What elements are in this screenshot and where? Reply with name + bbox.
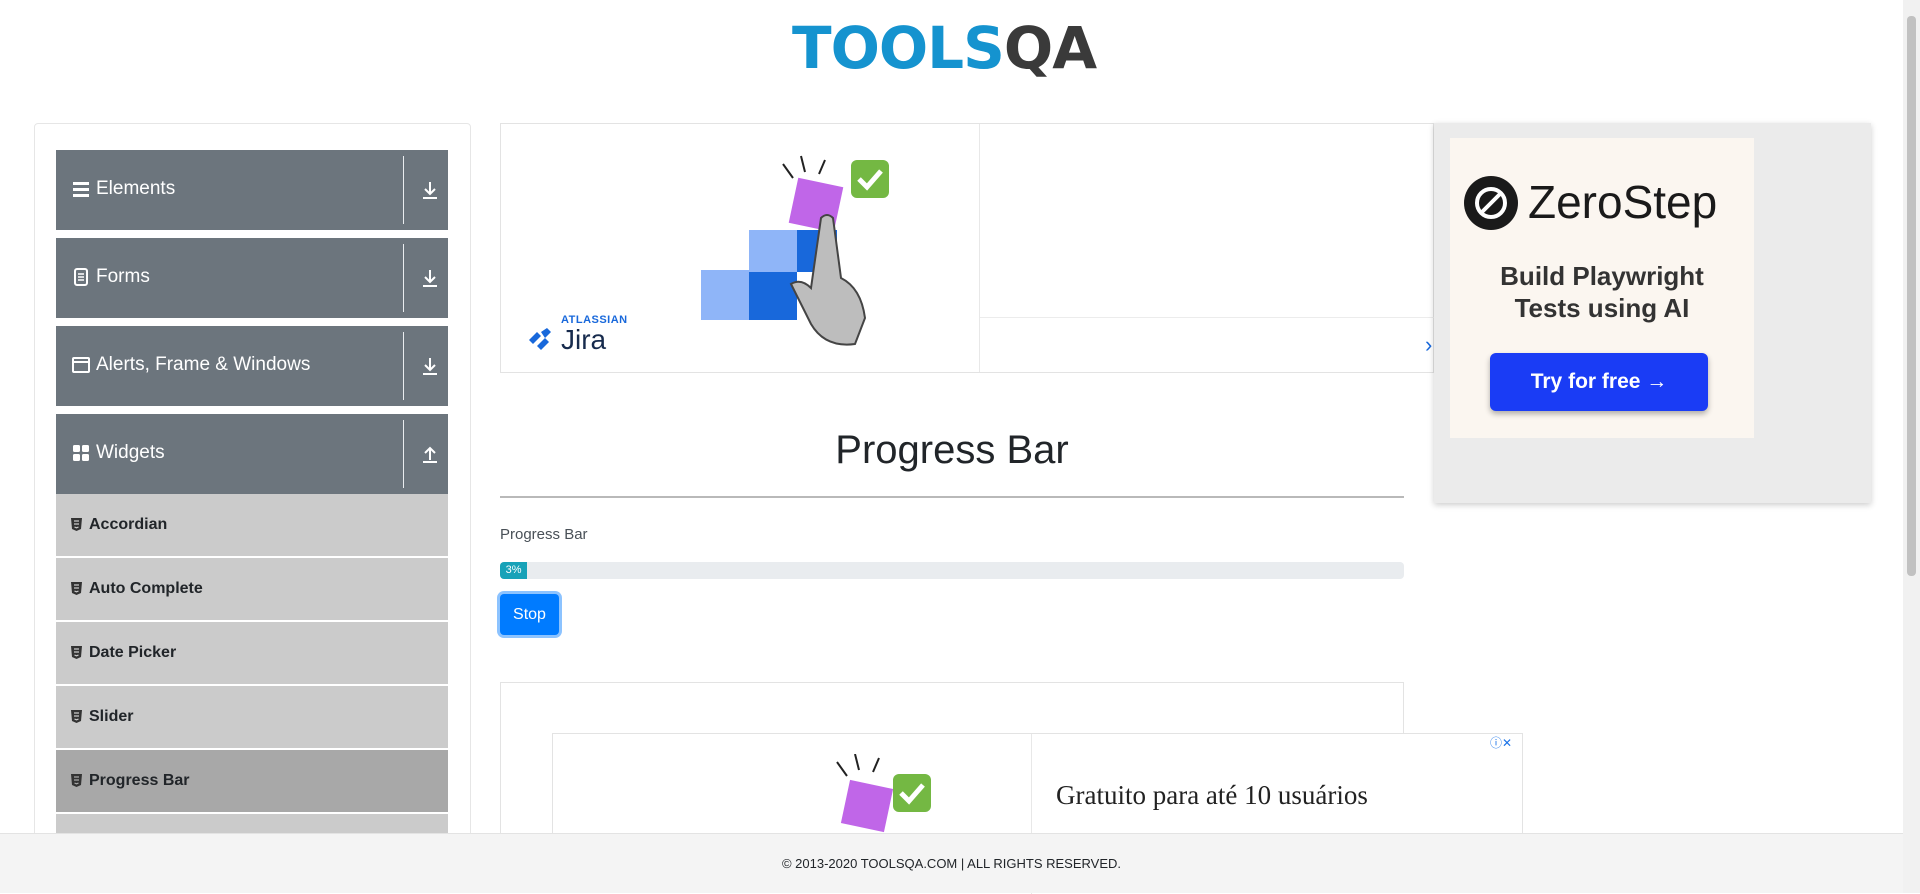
divider bbox=[403, 156, 404, 224]
download-arrow-icon bbox=[423, 358, 437, 375]
html5-icon bbox=[71, 710, 82, 723]
upload-arrow-icon bbox=[423, 446, 437, 463]
html5-icon bbox=[71, 518, 82, 531]
group-header-elements[interactable]: Elements bbox=[56, 150, 448, 230]
ad-brand: ZeroStep bbox=[1528, 176, 1718, 228]
site-header: TOOLSQA bbox=[0, 0, 1903, 100]
group-label: Alerts, Frame & Windows bbox=[96, 354, 311, 375]
logo-tools-text: TOOLS bbox=[792, 14, 1005, 82]
sidebar-item-accordian[interactable]: Accordian bbox=[56, 494, 448, 556]
ad-banner-right[interactable]: ZeroStep Build Playwright Tests using AI… bbox=[1434, 123, 1871, 503]
stop-button[interactable]: Stop bbox=[500, 594, 559, 635]
group-header-widgets[interactable]: Widgets bbox=[56, 414, 448, 494]
divider bbox=[403, 420, 404, 488]
document-icon bbox=[74, 268, 88, 286]
ad-tagline: Build Playwright Tests using AI bbox=[1500, 261, 1704, 323]
progress-bar-fill: 3% bbox=[500, 562, 528, 579]
ad-illustration bbox=[701, 155, 889, 346]
ad-brand: Jira bbox=[561, 324, 607, 355]
download-arrow-icon bbox=[423, 182, 437, 199]
divider bbox=[979, 124, 980, 372]
sidebar-item-label: Slider bbox=[89, 708, 134, 725]
sidebar-item-date-picker[interactable]: Date Picker bbox=[56, 622, 448, 684]
ad-text: Gratuito para até 10 usuários bbox=[1056, 780, 1368, 810]
html5-icon bbox=[71, 582, 82, 595]
footer-text: © 2013-2020 TOOLSQA.COM | ALL RIGHTS RES… bbox=[781, 856, 1122, 871]
window-icon bbox=[72, 357, 90, 373]
zerostep-logo-icon bbox=[1464, 176, 1518, 230]
progress-bar: 3% bbox=[500, 562, 1404, 579]
sidebar-item-label: Progress Bar bbox=[89, 772, 190, 789]
group-header-forms[interactable]: Forms bbox=[56, 238, 448, 318]
sidebar-item-auto-complete[interactable]: Auto Complete bbox=[56, 558, 448, 620]
sidebar-item-label: Auto Complete bbox=[89, 580, 203, 597]
logo-qa-text: QA bbox=[1003, 14, 1097, 82]
grid-icon bbox=[73, 445, 89, 461]
ad-card: ZeroStep Build Playwright Tests using AI… bbox=[1450, 138, 1754, 438]
chevron-right-icon[interactable]: › bbox=[1425, 332, 1432, 358]
page-title: Progress Bar bbox=[835, 428, 1069, 472]
sidebar-item-slider[interactable]: Slider bbox=[56, 686, 448, 748]
ad-banner-top[interactable]: ATLASSIAN Jira › bbox=[500, 123, 1435, 373]
group-header-alerts[interactable]: Alerts, Frame & Windows bbox=[56, 326, 448, 406]
group-label: Elements bbox=[96, 178, 176, 199]
jira-icon bbox=[529, 328, 551, 350]
try-for-free-button[interactable]: Try for free → bbox=[1490, 353, 1708, 411]
footer: © 2013-2020 TOOLSQA.COM | ALL RIGHTS RES… bbox=[0, 833, 1903, 893]
left-panel: Elements Forms Alerts, Frame & Windows W… bbox=[34, 123, 471, 893]
bars-icon bbox=[73, 182, 89, 197]
progress-bar-label: Progress Bar bbox=[500, 526, 588, 543]
html5-icon bbox=[71, 774, 82, 787]
sidebar-item-progress-bar[interactable]: Progress Bar bbox=[56, 750, 448, 812]
scrollbar[interactable] bbox=[1903, 0, 1920, 893]
sidebar-item-label: Date Picker bbox=[89, 644, 177, 661]
html5-icon bbox=[71, 646, 82, 659]
ad-close-icon[interactable]: ⓘ✕ bbox=[1490, 734, 1522, 750]
toolsqa-logo[interactable]: TOOLSQA bbox=[792, 14, 1117, 92]
group-label: Forms bbox=[96, 266, 150, 287]
divider bbox=[500, 496, 1404, 498]
download-arrow-icon bbox=[423, 270, 437, 287]
divider bbox=[403, 332, 404, 400]
group-label: Widgets bbox=[96, 442, 165, 463]
sidebar-item-label: Accordian bbox=[89, 516, 168, 533]
divider bbox=[403, 244, 404, 312]
scrollbar-thumb[interactable] bbox=[1907, 16, 1916, 576]
divider bbox=[980, 317, 1435, 318]
